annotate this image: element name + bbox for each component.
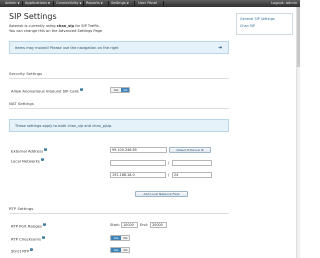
strict-rtp-toggle: Yes No (110, 247, 130, 253)
local-mask-input[interactable] (172, 160, 212, 166)
chevron-down-icon: ▼ (100, 2, 103, 5)
local-networks-label-text: Local Networks (11, 158, 40, 164)
nav-divider (53, 1, 54, 6)
section-heading-rtp: RTP Settings (9, 206, 34, 211)
notice-banner: Items may moved! Please use the navigati… (9, 41, 229, 54)
intro-prefix: Asterisk is currently using (9, 24, 57, 28)
top-navbar: Admin▼ Applications▼ Connectivity▼ Repor… (0, 0, 300, 7)
external-address-label-text: External Address (11, 148, 44, 154)
side-nav-panel: General SIP Settings Chan SIP (236, 13, 293, 35)
cidr-slash: / (168, 172, 170, 177)
external-address-label: External Address? (11, 148, 48, 154)
rtp-port-ranges-label-text: RTP Port Ranges (11, 223, 42, 229)
anon-calls-yes[interactable]: Yes (111, 88, 121, 92)
help-icon[interactable]: ? (42, 223, 46, 226)
nav-divider (134, 1, 135, 6)
nav-user-panel[interactable]: User Panel (138, 0, 157, 7)
detect-external-ip-button[interactable]: Detect External IP (169, 147, 211, 153)
anon-calls-label-text: Allow Anonymous Inbound SIP Calls (11, 88, 79, 94)
anon-calls-label: Allow Anonymous Inbound SIP Calls? (11, 88, 83, 93)
help-icon[interactable]: ? (40, 158, 44, 161)
nav-divider (22, 1, 23, 6)
help-icon[interactable]: ? (30, 248, 34, 251)
scrollbar-thumb[interactable] (297, 7, 300, 67)
section-divider (9, 213, 229, 214)
rtp-checksums-label-text: RTP Checksums (11, 236, 41, 242)
strict-rtp-no[interactable]: No (121, 248, 129, 252)
nav-connectivity[interactable]: Connectivity▼ (56, 0, 82, 7)
strict-rtp-label: Strict RTP? (11, 248, 34, 254)
rtp-port-ranges-label: RTP Port Ranges? (11, 223, 46, 228)
nav-settings[interactable]: Settings▼ (111, 0, 129, 7)
rtp-start-input[interactable]: 10000 (121, 222, 138, 228)
chevron-down-icon: ▼ (79, 2, 82, 5)
rtp-end-input[interactable]: 20000 (150, 222, 167, 228)
page-title: SIP Settings (9, 12, 57, 21)
nav-divider (163, 1, 164, 6)
rtp-start-label: Start: (110, 223, 120, 227)
add-local-network-button[interactable]: Add Local Network Field (135, 191, 188, 197)
nav-reports[interactable]: Reports▼ (86, 0, 103, 7)
rtp-checksums-yes[interactable]: Yes (111, 236, 121, 240)
section-heading-security: Security Settings (9, 71, 43, 76)
strict-rtp-label-text: Strict RTP (11, 248, 30, 254)
anon-calls-toggle: Yes No (110, 87, 130, 93)
rtp-checksums-toggle: Yes No (110, 235, 130, 241)
local-network-input[interactable]: 192.168.18.0 (110, 172, 166, 178)
cidr-slash: / (168, 160, 170, 165)
chevron-down-icon: ▼ (126, 2, 129, 5)
intro-suffix: for SIP Traffic. (74, 24, 100, 28)
nav-divider (108, 1, 109, 6)
section-divider (9, 108, 229, 109)
nav-divider (83, 1, 84, 6)
rtp-checksums-label: RTP Checksums? (11, 236, 45, 241)
intro-driver: chan_sip (56, 24, 75, 28)
rtp-end-label: End: (140, 223, 149, 227)
nat-info-banner: These settings apply to both chan_sip an… (9, 119, 229, 132)
local-network-input[interactable] (110, 160, 166, 166)
rtp-checksums-no[interactable]: No (121, 236, 129, 240)
notice-text: Items may moved! Please use the navigati… (15, 46, 119, 50)
side-link-general-sip[interactable]: General SIP Settings (240, 17, 275, 21)
nat-info-text: These settings apply to both chan_sip an… (15, 124, 113, 128)
intro-text: Asterisk is currently using chan_sip for… (9, 24, 209, 34)
chevron-down-icon: ▼ (17, 2, 20, 5)
help-icon[interactable]: ? (44, 148, 48, 151)
side-link-chan-sip[interactable]: Chan SIP (240, 24, 255, 28)
section-divider (9, 78, 229, 79)
chevron-down-icon: ▼ (47, 2, 50, 5)
page-scrollbar[interactable] (296, 7, 300, 258)
help-icon[interactable]: ? (79, 88, 83, 91)
arrow-right-icon: ➜ (218, 44, 223, 51)
anon-calls-no[interactable]: No (121, 88, 129, 92)
external-address-input[interactable]: 99.100.246.65 (110, 147, 167, 153)
nav-applications[interactable]: Applications▼ (25, 0, 50, 7)
logout-link[interactable]: Logout: admin (271, 0, 297, 7)
intro-line2: You can change this on the Advanced Sett… (9, 29, 103, 33)
help-icon[interactable]: ? (41, 236, 45, 239)
local-mask-input[interactable]: 24 (172, 172, 212, 178)
section-heading-nat: NAT Settings (9, 101, 34, 106)
nav-admin[interactable]: Admin▼ (5, 0, 19, 7)
local-networks-label: Local Networks? (11, 158, 44, 163)
strict-rtp-yes[interactable]: Yes (111, 248, 121, 252)
